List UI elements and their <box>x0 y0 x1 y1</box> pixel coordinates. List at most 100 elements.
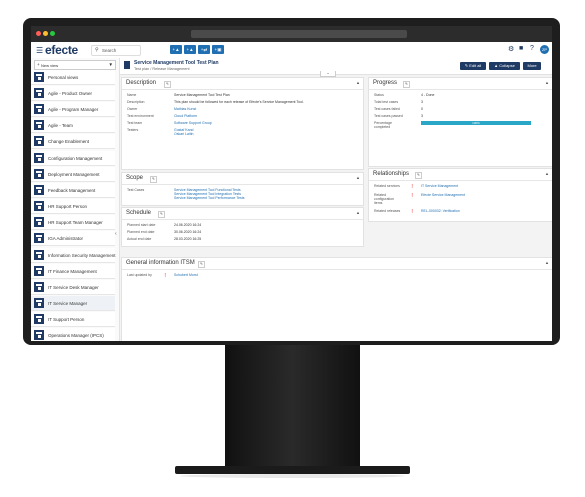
field-value: 28.03.2020 16:25 <box>174 237 202 241</box>
field-label: Description <box>127 100 145 104</box>
edit-all-button[interactable]: ✎ Edit all <box>460 62 486 70</box>
field-label: Planned start date <box>127 223 156 227</box>
panel-title: Description <box>126 80 157 86</box>
view-icon <box>34 185 44 195</box>
add-button-1[interactable]: +▲ <box>170 45 182 54</box>
monitor-stand <box>225 345 360 467</box>
sidebar-item[interactable]: IT Service Desk Manager <box>31 280 115 295</box>
sidebar-item-label: Agile - Program Manager <box>48 106 99 112</box>
sidebar-item[interactable]: Deployment Management <box>31 167 115 182</box>
description-panel: Description ✎ ▲ Name Service Management T… <box>121 77 364 170</box>
main-content: Service Management Tool Test Plan Test p… <box>120 58 552 341</box>
chevron-up-icon[interactable]: ▲ <box>545 260 549 265</box>
search-placeholder: Search <box>102 48 117 53</box>
collapse-button[interactable]: ▲ Collapse <box>489 62 520 70</box>
add-button-3[interactable]: +⇄ <box>198 45 210 54</box>
edit-pencil-icon[interactable]: ✎ <box>164 80 171 88</box>
add-button-2[interactable]: +▲ <box>184 45 196 54</box>
add-button-4[interactable]: +▣ <box>212 45 224 54</box>
sidebar-item[interactable]: Agile - Program Manager <box>31 102 115 117</box>
chevron-up-icon[interactable]: ▲ <box>356 210 360 215</box>
edit-pencil-icon[interactable]: ✎ <box>198 260 205 268</box>
field-label: Related releases <box>374 209 401 213</box>
sidebar-item[interactable]: Agile - Product Owner <box>31 86 115 101</box>
field-link[interactable]: Oskari Laitin <box>174 132 193 136</box>
field-label: Testers <box>127 128 139 132</box>
chevron-up-icon[interactable]: ▲ <box>545 80 549 85</box>
sidebar-item-label: IT Finance Management <box>48 268 97 274</box>
view-icon <box>34 88 44 98</box>
sidebar-item[interactable]: Feedback Management <box>31 183 115 198</box>
help-icon[interactable]: ? <box>530 45 534 52</box>
field-value: 24.06.2020 16:24 <box>174 223 202 227</box>
view-icon <box>34 120 44 130</box>
more-label: More <box>527 63 537 68</box>
sidebar-item-label: Information Security Management <box>48 252 116 258</box>
field-link[interactable]: Cloud Platform <box>174 114 197 118</box>
sidebar-item[interactable]: Configuration Management <box>31 151 115 166</box>
document-icon <box>124 61 130 69</box>
edit-pencil-icon[interactable]: ✎ <box>150 175 157 183</box>
search-input[interactable]: ⚲ Search <box>91 45 141 56</box>
sidebar-item[interactable]: Operations Manager (IPCS) <box>31 328 115 341</box>
sidebar-item[interactable]: Change Enablement <box>31 134 115 149</box>
edit-pencil-icon[interactable]: ✎ <box>403 80 410 88</box>
field-value: 3 <box>421 100 423 104</box>
maximize-window-dot[interactable] <box>50 31 55 36</box>
field-link[interactable]: Efecte Service Management <box>421 193 465 197</box>
required-icon: ❗ <box>410 184 415 188</box>
folder-icon[interactable]: ■ <box>519 45 523 52</box>
search-icon: ⚲ <box>95 47 99 53</box>
more-button[interactable]: More <box>523 62 541 70</box>
field-label: Test cases failed <box>374 107 400 111</box>
field-label: Name <box>127 93 137 97</box>
progress-panel: Progress ✎ ▲ Status 4 - Done Total test c… <box>368 77 552 167</box>
address-bar[interactable] <box>191 30 407 38</box>
chevron-up-icon[interactable]: ▲ <box>356 175 360 180</box>
field-label: Owner <box>127 107 138 111</box>
sidebar-item[interactable]: Agile - Team <box>31 118 115 133</box>
edit-all-label: Edit all <box>469 63 482 68</box>
collapse-sidebar-icon[interactable]: ‹ <box>115 231 117 237</box>
edit-pencil-icon[interactable]: ✎ <box>158 210 165 218</box>
view-icon <box>34 169 44 179</box>
new-view-select[interactable]: + New view ▼ <box>34 60 116 70</box>
view-icon <box>34 250 44 260</box>
close-window-dot[interactable] <box>36 31 41 36</box>
sidebar-item[interactable]: IGA Administrator <box>31 231 115 246</box>
view-icon <box>34 104 44 114</box>
field-link[interactable]: IT Service Management <box>421 184 458 188</box>
breadcrumb: Test plan / Release Management <box>134 66 190 71</box>
chevron-up-icon[interactable]: ▲ <box>356 80 360 85</box>
sidebar-item[interactable]: IT Finance Management <box>31 264 115 279</box>
sidebar-item[interactable]: Information Security Management <box>31 248 116 263</box>
field-label: items <box>374 201 383 205</box>
stand-shadow <box>180 474 405 478</box>
sidebar-item-label: Feedback Management <box>48 187 96 193</box>
required-icon: ❗ <box>410 209 415 213</box>
field-value: 0 <box>421 107 423 111</box>
gear-icon[interactable]: ⚙ <box>508 45 514 53</box>
field-link[interactable]: Software Support Group <box>174 121 212 125</box>
chevron-up-icon[interactable]: ▲ <box>545 171 549 176</box>
sidebar-item-label: Agile - Product Owner <box>48 90 93 96</box>
menu-icon[interactable]: ☰ <box>36 46 43 55</box>
sidebar-item-label: Deployment Management <box>48 171 100 177</box>
field-label: Last updated by <box>127 273 152 277</box>
field-link[interactable]: Mathias Kunst <box>174 107 196 111</box>
sidebar-item[interactable]: IT Support Person <box>31 312 115 327</box>
panel-header: Description ✎ ▲ <box>122 78 363 90</box>
field-link[interactable]: Schubert Morst <box>174 273 198 277</box>
sidebar-item[interactable]: HR Support Person <box>31 199 115 214</box>
progress-bar: 100% <box>421 121 531 125</box>
sidebar-item-active[interactable]: IT Service Manager <box>31 296 115 311</box>
avatar[interactable]: ZP <box>540 45 549 54</box>
minimize-window-dot[interactable] <box>43 31 48 36</box>
field-link[interactable]: REL-000032: Verification <box>421 209 460 213</box>
record-header: Service Management Tool Test Plan Test p… <box>120 58 552 77</box>
field-link[interactable]: Service Management Tool Performance Test… <box>174 196 245 200</box>
sidebar-item-label: Personal views <box>48 74 79 80</box>
edit-pencil-icon[interactable]: ✎ <box>415 171 422 179</box>
sidebar-item[interactable]: Personal views <box>31 70 115 85</box>
sidebar-item[interactable]: HR Support Team Manager <box>31 215 115 230</box>
